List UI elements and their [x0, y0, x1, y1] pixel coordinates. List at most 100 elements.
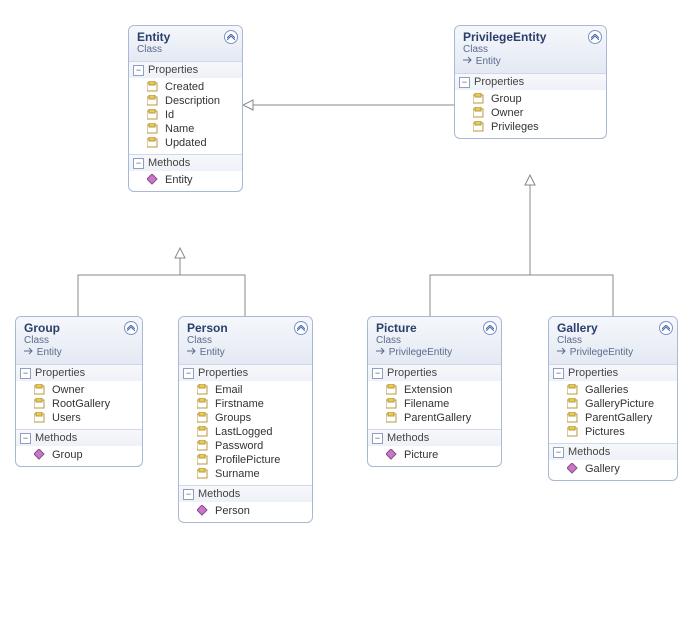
- class-picture[interactable]: Picture Class PrivilegeEntity −Propertie…: [367, 316, 502, 467]
- class-header[interactable]: Group Class Entity: [16, 317, 142, 364]
- method-item[interactable]: Gallery: [549, 462, 677, 476]
- class-title: Group: [24, 321, 134, 335]
- minus-icon[interactable]: −: [183, 368, 194, 379]
- property-item[interactable]: Users: [16, 411, 142, 425]
- class-title: Picture: [376, 321, 493, 335]
- class-inherits: Entity: [187, 347, 304, 358]
- minus-icon[interactable]: −: [459, 77, 470, 88]
- method-name: Person: [215, 505, 250, 517]
- property-item[interactable]: Surname: [179, 467, 312, 481]
- property-name: RootGallery: [52, 398, 110, 410]
- section-header[interactable]: −Properties: [16, 365, 142, 381]
- chevron-up-icon[interactable]: [588, 30, 602, 44]
- method-name: Gallery: [585, 463, 620, 475]
- section-header[interactable]: −Properties: [549, 365, 677, 381]
- section-header[interactable]: −Properties: [455, 74, 606, 90]
- minus-icon[interactable]: −: [133, 65, 144, 76]
- property-item[interactable]: Email: [179, 383, 312, 397]
- property-name: ParentGallery: [585, 412, 652, 424]
- property-item[interactable]: Extension: [368, 383, 501, 397]
- property-item[interactable]: Filename: [368, 397, 501, 411]
- method-item[interactable]: Entity: [129, 173, 242, 187]
- property-item[interactable]: GalleryPicture: [549, 397, 677, 411]
- property-item[interactable]: Owner: [455, 106, 606, 120]
- property-icon: [147, 123, 161, 135]
- method-icon: [147, 174, 161, 186]
- property-item[interactable]: Name: [129, 122, 242, 136]
- minus-icon[interactable]: −: [183, 489, 194, 500]
- section-header[interactable]: −Methods: [179, 486, 312, 502]
- property-item[interactable]: Id: [129, 108, 242, 122]
- property-name: GalleryPicture: [585, 398, 654, 410]
- class-privilegeentity[interactable]: PrivilegeEntity Class Entity −Properties…: [454, 25, 607, 139]
- class-gallery[interactable]: Gallery Class PrivilegeEntity −Propertie…: [548, 316, 678, 481]
- minus-icon[interactable]: −: [20, 368, 31, 379]
- minus-icon[interactable]: −: [372, 368, 383, 379]
- property-item[interactable]: Galleries: [549, 383, 677, 397]
- section-header[interactable]: −Methods: [16, 430, 142, 446]
- property-item[interactable]: ParentGallery: [368, 411, 501, 425]
- property-name: Owner: [491, 107, 523, 119]
- property-name: Id: [165, 109, 174, 121]
- property-item[interactable]: Description: [129, 94, 242, 108]
- class-entity[interactable]: Entity Class −Properties Created Descrip…: [128, 25, 243, 192]
- property-item[interactable]: RootGallery: [16, 397, 142, 411]
- section-header[interactable]: −Methods: [368, 430, 501, 446]
- section-label: Methods: [387, 432, 429, 444]
- property-item[interactable]: ParentGallery: [549, 411, 677, 425]
- property-item[interactable]: Updated: [129, 136, 242, 150]
- property-icon: [34, 398, 48, 410]
- class-inherits: Entity: [24, 347, 134, 358]
- properties-section: −Properties Owner RootGallery Users: [16, 364, 142, 429]
- section-header[interactable]: −Methods: [129, 155, 242, 171]
- section-label: Properties: [568, 367, 618, 379]
- minus-icon[interactable]: −: [372, 433, 383, 444]
- minus-icon[interactable]: −: [553, 368, 564, 379]
- minus-icon[interactable]: −: [133, 158, 144, 169]
- chevron-up-icon[interactable]: [124, 321, 138, 335]
- property-item[interactable]: Password: [179, 439, 312, 453]
- chevron-up-icon[interactable]: [294, 321, 308, 335]
- property-name: Password: [215, 440, 263, 452]
- method-item[interactable]: Group: [16, 448, 142, 462]
- property-item[interactable]: Created: [129, 80, 242, 94]
- section-header[interactable]: −Properties: [179, 365, 312, 381]
- class-header[interactable]: Picture Class PrivilegeEntity: [368, 317, 501, 364]
- class-stereotype: Class: [376, 335, 493, 346]
- chevron-up-icon[interactable]: [659, 321, 673, 335]
- property-item[interactable]: ProfilePicture: [179, 453, 312, 467]
- class-group[interactable]: Group Class Entity −Properties Owner Roo…: [15, 316, 143, 467]
- property-item[interactable]: Privileges: [455, 120, 606, 134]
- property-item[interactable]: Pictures: [549, 425, 677, 439]
- property-item[interactable]: Groups: [179, 411, 312, 425]
- class-header[interactable]: PrivilegeEntity Class Entity: [455, 26, 606, 73]
- class-header[interactable]: Gallery Class PrivilegeEntity: [549, 317, 677, 364]
- class-header[interactable]: Entity Class: [129, 26, 242, 61]
- class-header[interactable]: Person Class Entity: [179, 317, 312, 364]
- class-inherits: PrivilegeEntity: [557, 347, 669, 358]
- chevron-up-icon[interactable]: [483, 321, 497, 335]
- property-item[interactable]: LastLogged: [179, 425, 312, 439]
- property-icon: [473, 93, 487, 105]
- class-person[interactable]: Person Class Entity −Properties Email Fi…: [178, 316, 313, 523]
- section-header[interactable]: −Properties: [129, 62, 242, 78]
- property-icon: [386, 384, 400, 396]
- chevron-up-icon[interactable]: [224, 30, 238, 44]
- class-inherits: PrivilegeEntity: [376, 347, 493, 358]
- class-title: Person: [187, 321, 304, 335]
- properties-section: −Properties Extension Filename ParentGal…: [368, 364, 501, 429]
- class-stereotype: Class: [187, 335, 304, 346]
- class-title: PrivilegeEntity: [463, 30, 598, 44]
- property-icon: [197, 454, 211, 466]
- property-icon: [197, 398, 211, 410]
- property-item[interactable]: Owner: [16, 383, 142, 397]
- property-item[interactable]: Group: [455, 92, 606, 106]
- section-label: Properties: [148, 64, 198, 76]
- method-item[interactable]: Person: [179, 504, 312, 518]
- section-header[interactable]: −Properties: [368, 365, 501, 381]
- property-item[interactable]: Firstname: [179, 397, 312, 411]
- minus-icon[interactable]: −: [553, 447, 564, 458]
- method-item[interactable]: Picture: [368, 448, 501, 462]
- minus-icon[interactable]: −: [20, 433, 31, 444]
- section-header[interactable]: −Methods: [549, 444, 677, 460]
